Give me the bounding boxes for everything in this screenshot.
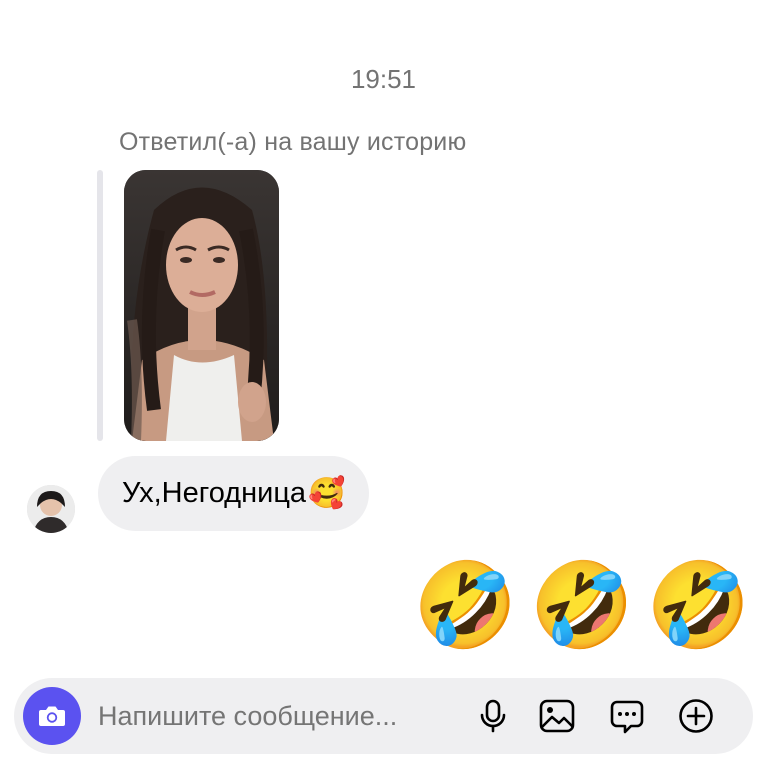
microphone-icon	[480, 699, 506, 733]
message-composer	[14, 678, 753, 754]
story-reply-indicator	[97, 170, 103, 441]
plus-icon	[679, 699, 713, 733]
incoming-message-bubble[interactable]: Ух,Негодница 🥰	[98, 456, 370, 531]
sticker-icon	[610, 700, 644, 734]
camera-button[interactable]	[23, 687, 81, 745]
plus-button[interactable]	[677, 697, 715, 735]
avatar-image	[27, 485, 75, 533]
smiling-face-with-hearts-emoji: 🥰	[308, 477, 346, 510]
message-timestamp: 19:51	[350, 64, 417, 94]
gallery-button[interactable]	[538, 697, 576, 735]
rolling-laughing-emoji: 🤣	[646, 558, 751, 652]
camera-icon	[39, 706, 65, 726]
sticker-button[interactable]	[608, 697, 646, 735]
message-input[interactable]	[98, 698, 458, 734]
gallery-icon	[539, 699, 575, 733]
microphone-button[interactable]	[474, 697, 512, 735]
rolling-laughing-emoji: 🤣	[413, 558, 518, 652]
message-text: Ух,Негодница	[122, 477, 307, 509]
story-reply-label: Ответил(-а) на вашу историю	[119, 128, 467, 156]
rolling-laughing-emoji: 🤣	[529, 558, 635, 652]
outgoing-emoji-message[interactable]: 🤣 🤣 🤣	[413, 563, 751, 647]
chat-thread: 19:51 Ответил(-а) на вашу историю Ух,Нег…	[0, 0, 767, 768]
story-image	[124, 170, 279, 441]
story-thumbnail[interactable]	[124, 170, 279, 441]
sender-avatar[interactable]	[27, 485, 75, 533]
